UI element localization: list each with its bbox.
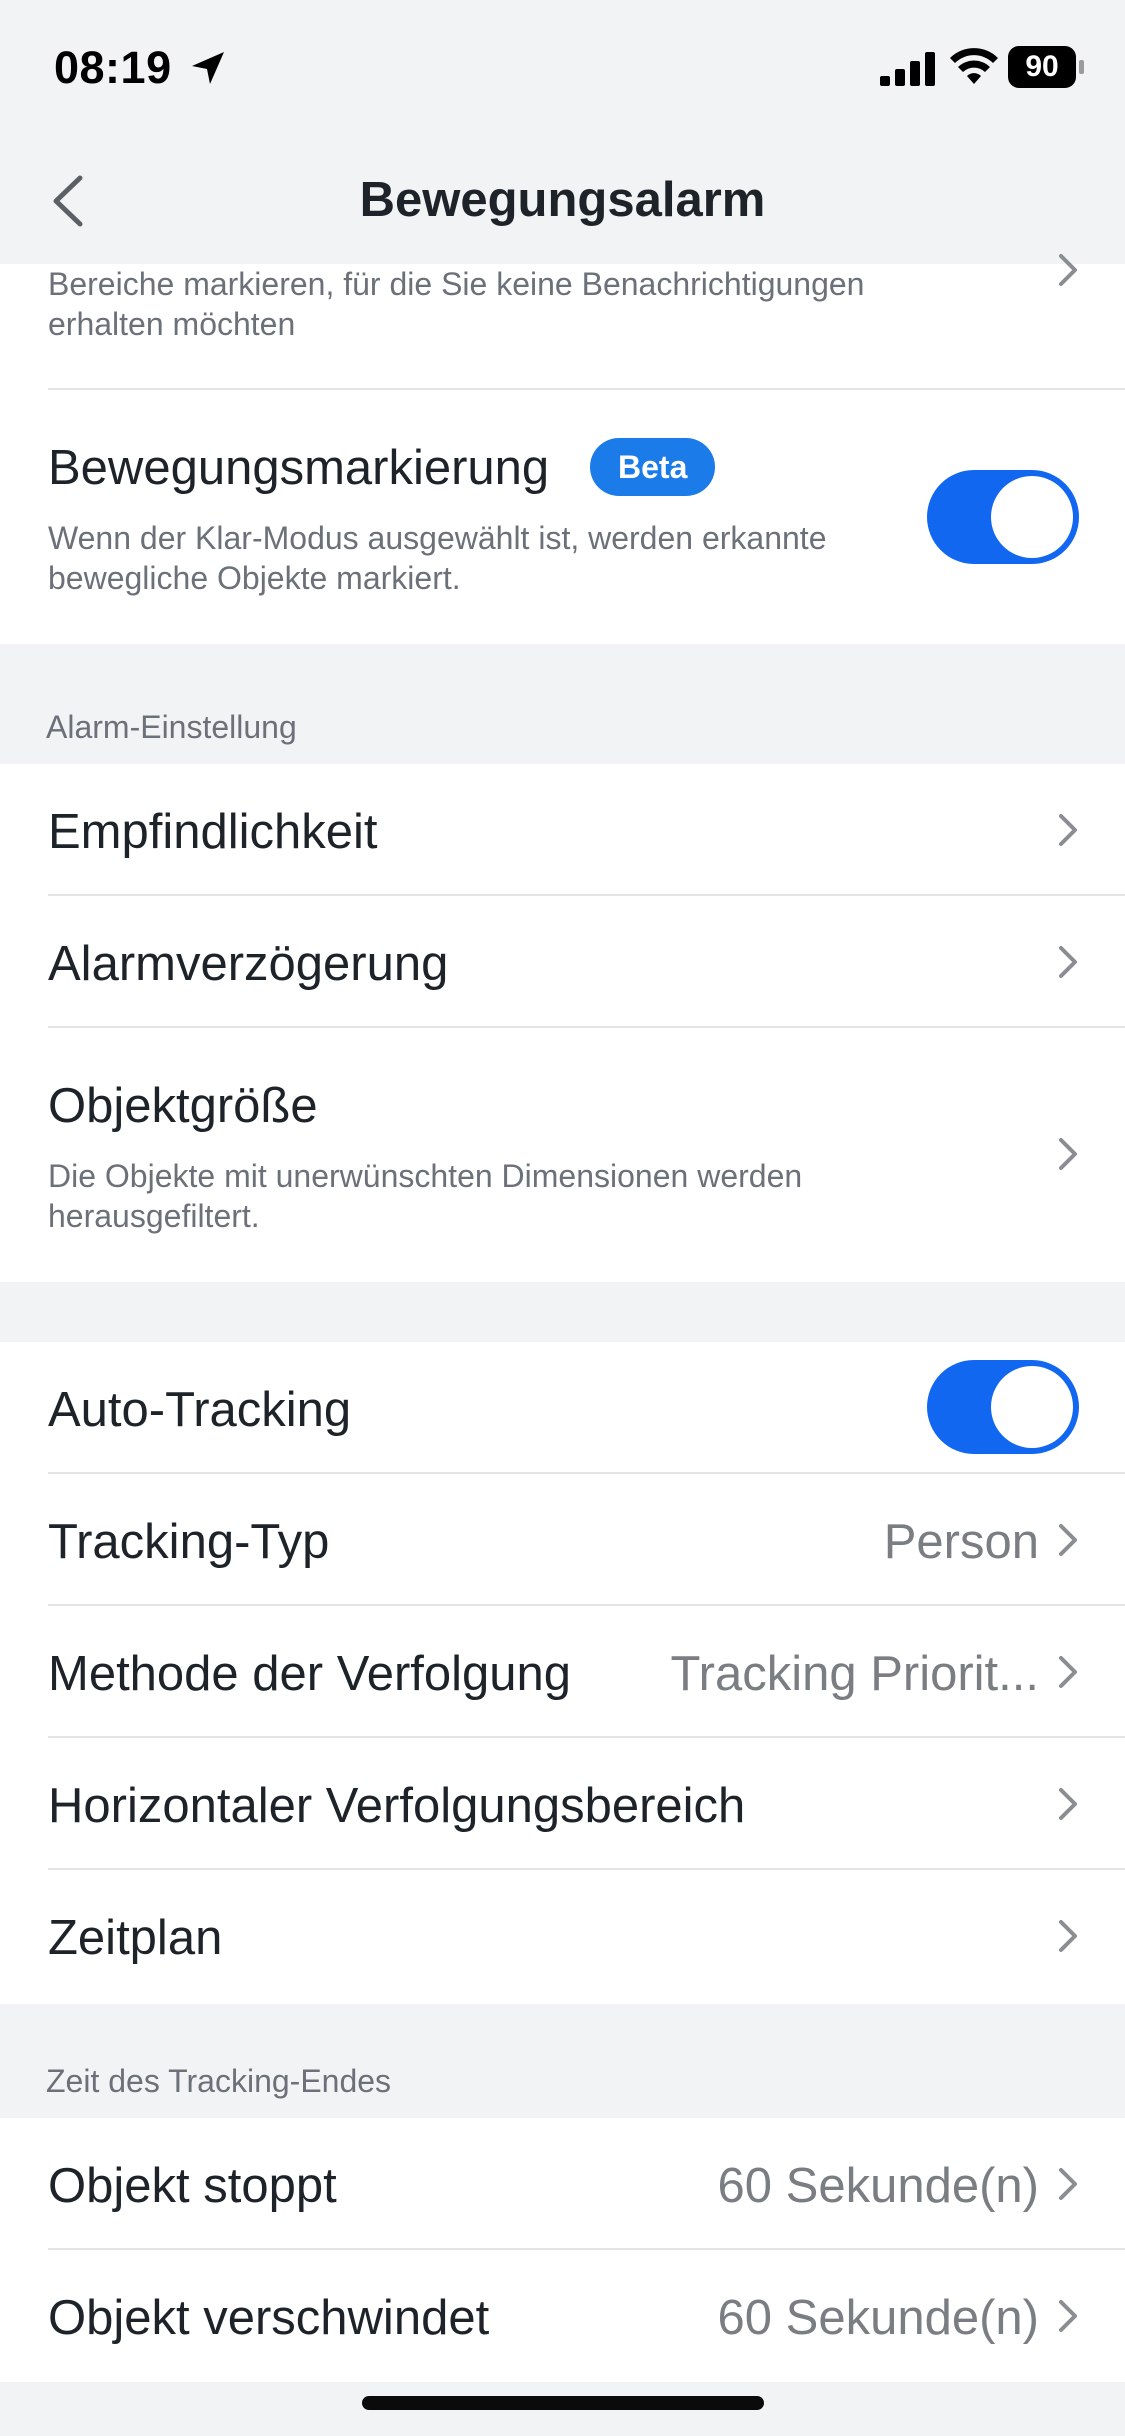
alarm-delay-row[interactable]: Alarmverzögerung [0, 896, 1125, 1028]
tracking-end-group: Objekt stoppt 60 Sekunde(n) Objekt versc… [0, 2118, 1125, 2382]
top-group: Bereiche markieren, für die Sie keine Be… [0, 254, 1125, 644]
cellular-signal-icon [880, 52, 935, 86]
chevron-right-icon [1059, 1920, 1077, 1952]
tracking-method-title: Methode der Verfolgung [48, 1647, 572, 1701]
status-bar: 08:19 90 [0, 0, 1125, 140]
wifi-icon [950, 48, 998, 84]
auto-tracking-row: Auto-Tracking [0, 1342, 1125, 1474]
toggle-knob [991, 1366, 1073, 1448]
object-size-title: Objektgröße [48, 1079, 318, 1133]
chevron-right-icon [1059, 1788, 1077, 1820]
object-stops-title: Objekt stoppt [48, 2159, 337, 2213]
settings-content: Bereiche markieren, für die Sie keine Be… [0, 254, 1125, 2382]
tracking-method-row[interactable]: Methode der Verfolgung Tracking Priorit.… [0, 1606, 1125, 1738]
object-disappears-row[interactable]: Objekt verschwindet 60 Sekunde(n) [0, 2250, 1125, 2382]
motion-marking-title: Bewegungsmarkierung [48, 441, 550, 495]
chevron-right-icon [1059, 254, 1077, 286]
chevron-right-icon [1059, 814, 1077, 846]
home-indicator[interactable] [362, 2396, 764, 2410]
tracking-type-title: Tracking-Typ [48, 1515, 330, 1569]
section-header-tracking-end: Zeit des Tracking-Endes [0, 2004, 1125, 2118]
toggle-knob [991, 476, 1073, 558]
object-size-row[interactable]: Objektgröße Die Objekte mit unerwünschte… [0, 1028, 1125, 1282]
chevron-right-icon [1059, 946, 1077, 978]
privacy-zones-row[interactable]: Bereiche markieren, für die Sie keine Be… [0, 254, 1125, 390]
chevron-right-icon [1059, 1524, 1077, 1556]
chevron-right-icon [1059, 2300, 1077, 2332]
section-header-alarm: Alarm-Einstellung [0, 644, 1125, 764]
object-size-subtitle: Die Objekte mit unerwünschten Dimensione… [48, 1158, 803, 1234]
privacy-zones-subtitle: Bereiche markieren, für die Sie keine Be… [48, 266, 865, 342]
auto-tracking-toggle[interactable] [927, 1360, 1079, 1454]
motion-marking-subtitle: Wenn der Klar-Modus ausgewählt ist, werd… [48, 520, 827, 596]
sensitivity-row[interactable]: Empfindlichkeit [0, 764, 1125, 896]
navigation-bar: Bewegungsalarm [0, 140, 1125, 264]
schedule-title: Zeitplan [48, 1911, 223, 1965]
sensitivity-title: Empfindlichkeit [48, 805, 378, 859]
chevron-right-icon [1059, 1138, 1077, 1170]
object-stops-value: 60 Sekunde(n) [717, 2159, 1039, 2213]
tracking-group: Auto-Tracking Tracking-Typ Person Method… [0, 1342, 1125, 2004]
alarm-group: Empfindlichkeit Alarmverzögerung Objektg… [0, 764, 1125, 1282]
beta-badge: Beta [590, 438, 716, 496]
status-time: 08:19 [54, 42, 172, 93]
auto-tracking-title: Auto-Tracking [48, 1383, 352, 1437]
section-spacer [0, 1282, 1125, 1342]
tracking-type-row[interactable]: Tracking-Typ Person [0, 1474, 1125, 1606]
chevron-right-icon [1059, 1656, 1077, 1688]
tracking-method-value: Tracking Priorit... [670, 1647, 1039, 1701]
object-disappears-title: Objekt verschwindet [48, 2291, 490, 2345]
page-title: Bewegungsalarm [359, 173, 766, 227]
chevron-right-icon [1059, 2168, 1077, 2200]
schedule-row[interactable]: Zeitplan [0, 1870, 1125, 2004]
motion-marking-row: Bewegungsmarkierung Beta Wenn der Klar-M… [0, 390, 1125, 644]
horizontal-tracking-range-title: Horizontaler Verfolgungsbereich [48, 1779, 746, 1833]
section-header-alarm-label: Alarm-Einstellung [46, 709, 297, 745]
back-button[interactable] [40, 168, 100, 234]
battery-level: 90 [1025, 50, 1059, 83]
horizontal-tracking-range-row[interactable]: Horizontaler Verfolgungsbereich [0, 1738, 1125, 1870]
section-header-tracking-end-label: Zeit des Tracking-Endes [46, 2063, 392, 2099]
motion-marking-toggle[interactable] [927, 470, 1079, 564]
location-arrow-icon [192, 52, 224, 84]
object-stops-row[interactable]: Objekt stoppt 60 Sekunde(n) [0, 2118, 1125, 2250]
screen: 08:19 90 Bewegungsalarm Bereiche markier… [0, 0, 1125, 2436]
tracking-type-value: Person [883, 1515, 1039, 1569]
alarm-delay-title: Alarmverzögerung [48, 937, 449, 991]
object-disappears-value: 60 Sekunde(n) [717, 2291, 1039, 2345]
